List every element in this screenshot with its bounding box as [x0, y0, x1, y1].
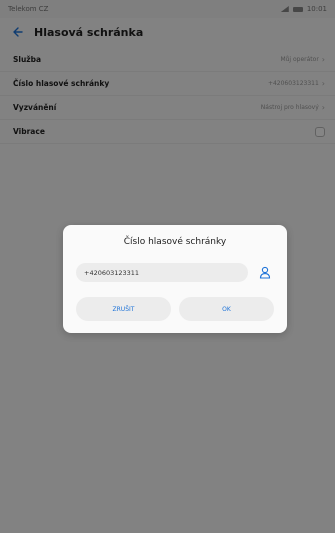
- dialog-title: Číslo hlasové schránky: [123, 237, 227, 247]
- contact-icon[interactable]: [256, 263, 274, 282]
- ok-button[interactable]: OK: [179, 297, 274, 321]
- voicemail-number-dialog: Číslo hlasové schránky ZRUŠIT OK: [63, 225, 287, 333]
- voicemail-number-field[interactable]: [76, 263, 248, 282]
- voicemail-number-input[interactable]: [84, 268, 240, 277]
- cancel-button[interactable]: ZRUŠIT: [76, 297, 171, 321]
